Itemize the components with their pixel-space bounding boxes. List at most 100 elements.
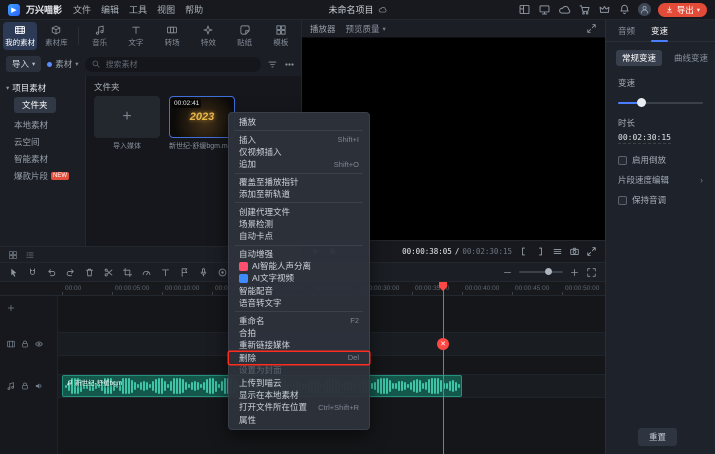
context-menu-item[interactable]: 智能配音 bbox=[229, 285, 369, 297]
nav-tab[interactable]: 文字 bbox=[119, 22, 153, 50]
context-menu-item[interactable]: 删除Del bbox=[229, 352, 369, 364]
context-menu-item[interactable]: 重新链接媒体 bbox=[229, 339, 369, 351]
menu-icon[interactable] bbox=[552, 246, 563, 257]
add-track-button[interactable] bbox=[6, 303, 16, 313]
preview-quality-dropdown[interactable]: 预览质量 ▾ bbox=[346, 23, 386, 35]
context-menu-item[interactable]: 重命名F2 bbox=[229, 314, 369, 326]
context-menu-item[interactable]: 添加至新轨道 bbox=[229, 188, 369, 200]
nav-tab[interactable]: 模板 bbox=[264, 22, 298, 50]
pointer-icon[interactable] bbox=[8, 267, 19, 278]
context-menu-item[interactable]: 自动卡点 bbox=[229, 230, 369, 242]
context-menu-item[interactable]: AI文字视频 bbox=[229, 272, 369, 284]
checkbox[interactable] bbox=[618, 156, 627, 165]
context-menu-item[interactable]: 播放 bbox=[229, 116, 369, 128]
nav-tab[interactable]: 我的素材 bbox=[3, 22, 37, 50]
zoom-out-icon[interactable] bbox=[502, 267, 513, 278]
marker-icon[interactable] bbox=[179, 267, 190, 278]
menubar-item[interactable]: 文件 bbox=[68, 3, 96, 16]
context-menu-item[interactable]: AI智能人声分离 bbox=[229, 260, 369, 272]
nav-tab[interactable]: 素材库 bbox=[39, 22, 73, 50]
context-menu-item[interactable]: 显示在本地素材 bbox=[229, 389, 369, 401]
expand-icon[interactable] bbox=[586, 246, 597, 257]
trash-icon[interactable] bbox=[84, 267, 95, 278]
properties-tab[interactable]: 变速 bbox=[651, 25, 668, 37]
playhead-marker[interactable]: ✕ bbox=[437, 338, 449, 350]
context-menu-item[interactable]: 属性 bbox=[229, 414, 369, 426]
sidebar-subitem[interactable]: 文件夹 bbox=[14, 97, 56, 113]
record-icon[interactable] bbox=[217, 267, 228, 278]
list-view-icon[interactable] bbox=[25, 250, 35, 260]
media-item[interactable]: 202300:02:41新世纪-舒缓bgm.mp4 bbox=[169, 96, 235, 151]
layout-icon[interactable] bbox=[518, 3, 531, 16]
undock-preview-icon[interactable] bbox=[586, 23, 597, 34]
speed-mode-tab[interactable]: 曲线变速 bbox=[668, 50, 714, 66]
media-thumbnail[interactable]: 202300:02:41 bbox=[169, 96, 235, 138]
grid-view-icon[interactable] bbox=[8, 250, 18, 260]
fit-timeline-icon[interactable] bbox=[586, 267, 597, 278]
mark-in-icon[interactable] bbox=[518, 246, 529, 257]
context-menu-item[interactable]: 语音转文字 bbox=[229, 297, 369, 309]
speaker-icon[interactable] bbox=[34, 381, 44, 391]
music-icon[interactable] bbox=[6, 381, 16, 391]
slider-handle[interactable] bbox=[637, 98, 646, 107]
context-menu-item[interactable]: 自动增强 bbox=[229, 248, 369, 260]
duration-value[interactable]: 00:02:30:15 bbox=[618, 133, 671, 144]
sidebar-item[interactable]: 爆款片段NEW bbox=[0, 167, 85, 184]
sidebar-item[interactable]: ▾项目素材 bbox=[0, 79, 85, 96]
undo-icon[interactable] bbox=[46, 267, 57, 278]
menubar-item[interactable]: 帮助 bbox=[180, 3, 208, 16]
import-button[interactable]: 导入 ▾ bbox=[6, 56, 41, 72]
speed-icon[interactable] bbox=[141, 267, 152, 278]
mark-out-icon[interactable] bbox=[535, 246, 546, 257]
nav-tab[interactable]: 音乐 bbox=[83, 22, 117, 50]
speed-option[interactable]: 启用倒放 bbox=[606, 150, 715, 170]
project-title-wrap[interactable]: 未命名项目 bbox=[328, 3, 386, 16]
speed-option[interactable]: 保持音调 bbox=[606, 190, 715, 210]
nav-tab[interactable]: 特效 bbox=[191, 22, 225, 50]
cloud-icon[interactable] bbox=[558, 3, 571, 16]
context-menu-item[interactable]: 覆盖至播放指针 bbox=[229, 176, 369, 188]
zoom-in-icon[interactable] bbox=[569, 267, 580, 278]
crown-icon[interactable] bbox=[598, 3, 611, 16]
text-icon[interactable] bbox=[160, 267, 171, 278]
speed-option[interactable]: 片段速度编辑› bbox=[606, 170, 715, 190]
context-menu-item[interactable]: 上传到喵云 bbox=[229, 376, 369, 388]
reset-button[interactable]: 重置 bbox=[638, 428, 677, 446]
context-menu-item[interactable]: 合拍 bbox=[229, 327, 369, 339]
context-menu-item[interactable]: 创建代理文件 bbox=[229, 205, 369, 217]
filter-icon[interactable] bbox=[267, 59, 278, 70]
context-menu-item[interactable]: 场景检测 bbox=[229, 218, 369, 230]
sidebar-item[interactable]: 本地素材 bbox=[0, 116, 85, 133]
screen-icon[interactable] bbox=[538, 3, 551, 16]
magnet-icon[interactable] bbox=[27, 267, 38, 278]
source-filter-dropdown[interactable]: 素材 ▾ bbox=[47, 58, 78, 70]
menubar-item[interactable]: 工具 bbox=[124, 3, 152, 16]
nav-tab[interactable]: 贴纸 bbox=[228, 22, 262, 50]
scissors-icon[interactable] bbox=[103, 267, 114, 278]
zoom-slider-handle[interactable] bbox=[545, 268, 552, 275]
speed-slider[interactable] bbox=[618, 98, 703, 108]
camera-icon[interactable] bbox=[569, 246, 580, 257]
import-media-tile[interactable]: + bbox=[94, 96, 160, 138]
menubar-item[interactable]: 编辑 bbox=[96, 3, 124, 16]
menubar-item[interactable]: 视图 bbox=[152, 3, 180, 16]
mic-icon[interactable] bbox=[198, 267, 209, 278]
playhead[interactable]: ✕ bbox=[443, 282, 444, 454]
bell-icon[interactable] bbox=[618, 3, 631, 16]
sidebar-item[interactable]: 智能素材 bbox=[0, 150, 85, 167]
context-menu-item[interactable]: 追加Shift+O bbox=[229, 158, 369, 170]
more-icon[interactable] bbox=[284, 59, 295, 70]
crop-icon[interactable] bbox=[122, 267, 133, 278]
speed-mode-tab[interactable]: 常规变速 bbox=[616, 50, 662, 66]
cart-icon[interactable] bbox=[578, 3, 591, 16]
search-input[interactable] bbox=[104, 59, 255, 70]
avatar[interactable] bbox=[638, 3, 651, 16]
redo-icon[interactable] bbox=[65, 267, 76, 278]
eye-icon[interactable] bbox=[34, 339, 44, 349]
context-menu-item[interactable]: 仅视频插入 bbox=[229, 146, 369, 158]
lock-icon[interactable] bbox=[20, 381, 30, 391]
context-menu-item[interactable]: 插入Shift+I bbox=[229, 133, 369, 145]
sidebar-item[interactable]: 云空间 bbox=[0, 133, 85, 150]
checkbox[interactable] bbox=[618, 196, 627, 205]
context-menu-item[interactable]: 打开文件所在位置Ctrl+Shift+R bbox=[229, 401, 369, 413]
